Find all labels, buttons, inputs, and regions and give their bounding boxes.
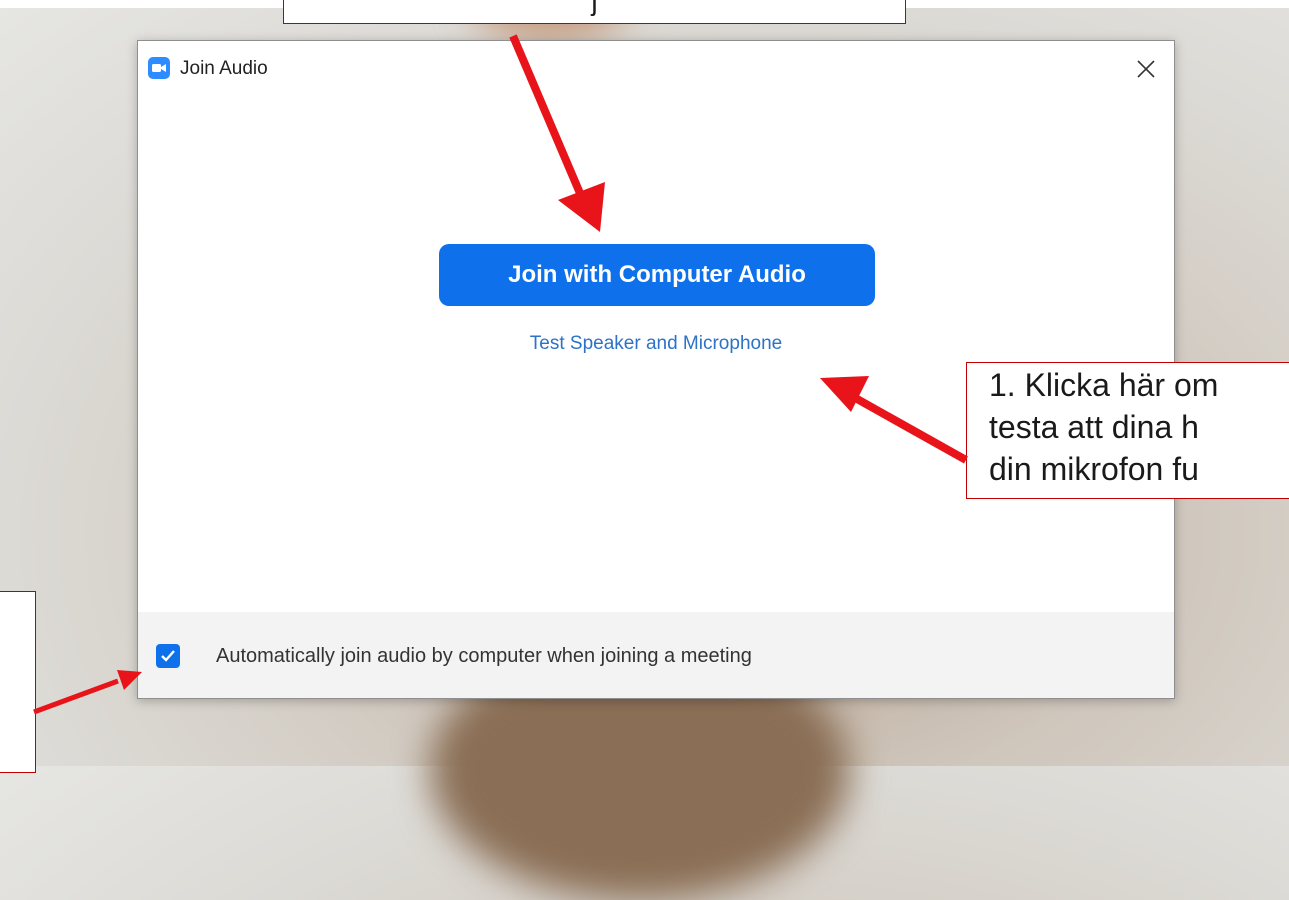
join-with-computer-audio-button[interactable]: Join with Computer Audio	[439, 244, 875, 306]
test-speaker-microphone-link[interactable]: Test Speaker and Microphone	[138, 333, 1174, 355]
checkmark-icon	[161, 650, 175, 662]
dialog-titlebar: Join Audio	[138, 41, 1174, 97]
auto-join-checkbox[interactable]	[156, 644, 180, 668]
annotation-callout-top: j	[283, 0, 906, 24]
annotation-callout-right: 1. Klicka här om testa att dina h din mi…	[966, 362, 1289, 499]
dialog-title: Join Audio	[180, 58, 268, 79]
annotation-right-line-3: din mikrofon fu	[989, 451, 1199, 487]
annotation-right-line-1: 1. Klicka här om	[989, 367, 1219, 403]
arrow-to-checkbox	[33, 670, 142, 715]
annotation-right-line-2: testa att dina h	[989, 409, 1199, 445]
zoom-app-icon	[148, 57, 170, 79]
auto-join-label: Automatically join audio by computer whe…	[216, 645, 752, 667]
annotation-top-text: j	[591, 0, 598, 16]
dialog-footer: Automatically join audio by computer whe…	[138, 612, 1174, 698]
annotation-callout-left	[0, 591, 36, 773]
close-icon	[1137, 60, 1155, 78]
close-button[interactable]	[1128, 51, 1164, 87]
